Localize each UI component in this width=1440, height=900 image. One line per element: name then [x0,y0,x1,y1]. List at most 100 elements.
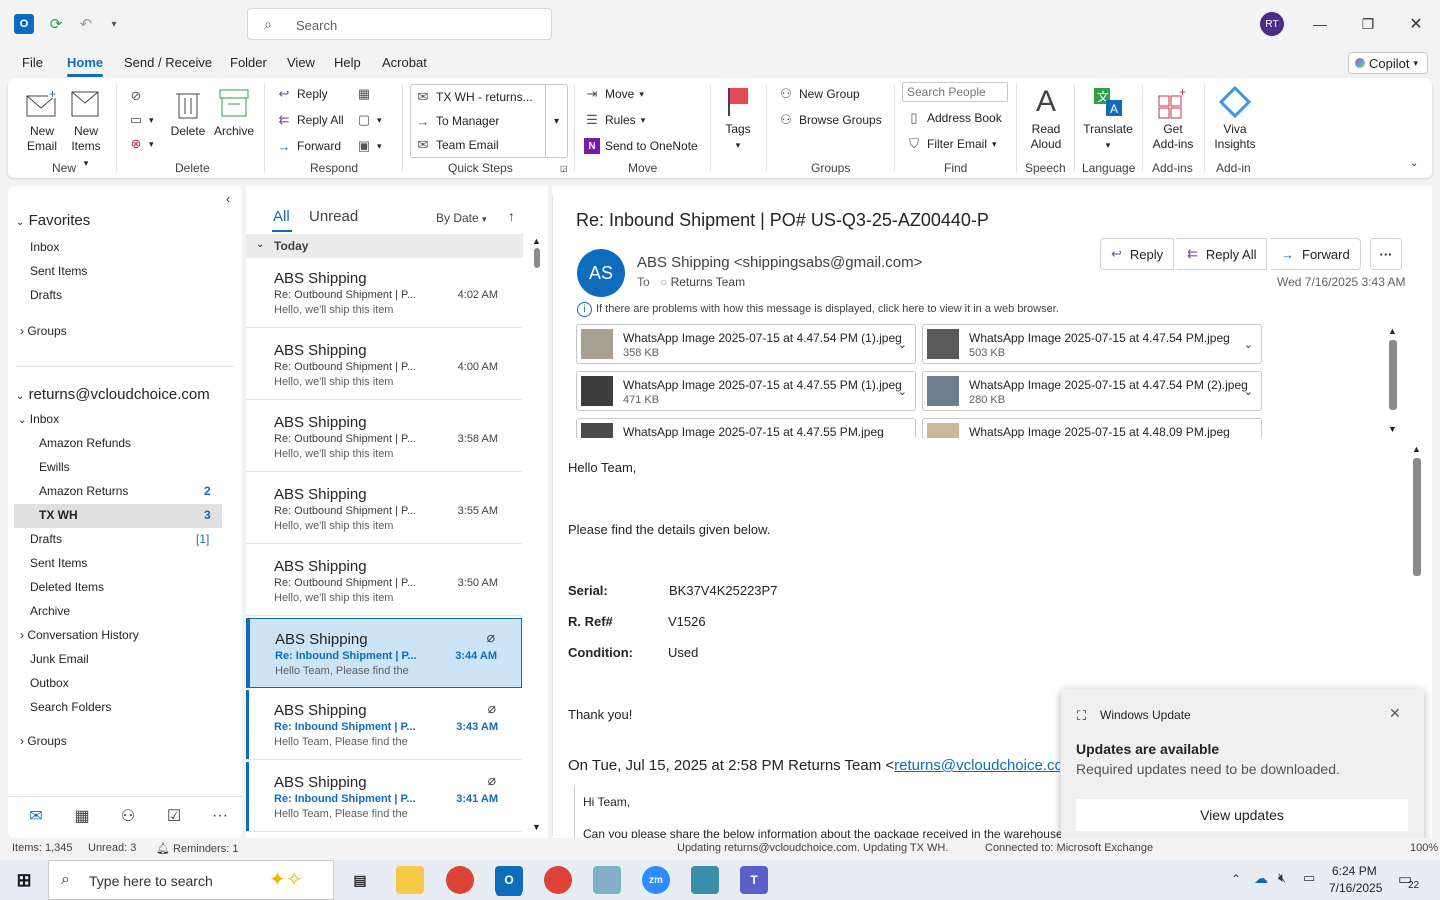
recipient[interactable]: ○ Returns Team [660,275,745,289]
scroll-down-icon[interactable]: ▼ [532,822,541,832]
attachment[interactable]: WhatsApp Image 2025-07-15 at 4.47.55 PM … [576,371,916,411]
folder-amazon-refunds[interactable]: Amazon Refunds [39,436,131,450]
close-button[interactable]: ✕ [1404,12,1428,36]
network-icon[interactable]: ▭ [1303,870,1315,886]
display-warning[interactable]: If there are problems with how this mess… [596,303,1059,315]
clock-time[interactable]: 6:24 PM [1332,864,1377,878]
scroll-up-icon[interactable]: ▲ [532,236,541,246]
tab-all[interactable]: All [273,208,290,225]
chevron-down-icon[interactable]: ⌄ [898,432,907,438]
groups-folder[interactable]: › Groups [20,324,67,338]
quick-step-3[interactable]: ✉ Team Email [415,137,499,153]
list-item[interactable]: ABS Shipping Re: Outbound Shipment | P..… [246,474,522,544]
folder-tx-wh[interactable]: TX WH [14,504,222,528]
groups-folder-2[interactable]: › Groups [20,734,67,748]
attachment[interactable]: WhatsApp Image 2025-07-15 at 4.47.54 PM.… [922,324,1262,364]
ribbon-collapse-icon[interactable]: ⌄ [1410,158,1418,169]
tab-file[interactable]: File [22,55,43,70]
rules-button[interactable]: ☰ Rules ▾ [584,112,645,128]
collapse-pane-icon[interactable]: ‹ [226,192,230,206]
tab-send-receive[interactable]: Send / Receive [124,55,212,70]
attachment[interactable]: WhatsApp Image 2025-07-15 at 4.47.54 PM … [576,324,916,364]
folder-sent-items[interactable]: Sent Items [30,556,87,570]
scroll-up-icon[interactable]: ▲ [1388,326,1397,336]
sort-button[interactable]: By Date ▾ [436,211,487,225]
list-item[interactable]: ABS Shipping Re: Outbound Shipment | P..… [246,258,522,328]
scroll-down-icon[interactable]: ▼ [1388,424,1397,434]
windows-start-icon[interactable]: ⊞ [10,866,38,894]
ignore-button[interactable]: ⊘ [128,88,144,104]
archive-button[interactable]: Archive [212,86,256,139]
folder-search-folders[interactable]: Search Folders [30,700,111,714]
attachment[interactable]: WhatsApp Image 2025-07-15 at 4.47.55 PM.… [576,418,916,438]
view-updates-button[interactable]: View updates [1076,799,1408,831]
folder-ewills[interactable]: Ewills [39,460,70,474]
favorite-drafts[interactable]: Drafts [30,288,62,302]
folder-junk-email[interactable]: Junk Email [30,652,89,666]
quick-step-2[interactable]: → To Manager [415,113,500,129]
filter-email-button[interactable]: ⛉ Filter Email ▾ [906,136,996,152]
tags-button[interactable]: Tags ▾ [720,84,756,153]
reminders[interactable]: 🔔︎ Reminders: 1 [156,842,238,855]
dialog-launcher-icon[interactable]: ◲ [560,164,568,173]
task-view-icon[interactable]: ▤ [346,866,374,894]
junk-button[interactable]: ⊗ ▾ [128,136,154,152]
read-aloud-button[interactable]: A Read Aloud [1026,84,1066,152]
calendar-nav-icon[interactable]: ▦ [70,806,94,826]
sender-avatar[interactable]: AS [577,249,625,297]
app-icon[interactable] [691,866,719,894]
account-header[interactable]: ⌄ returns@vcloudchoice.com [16,386,210,403]
new-group-button[interactable]: ⚇ New Group [778,86,860,102]
tab-unread[interactable]: Unread [309,208,358,225]
chrome-icon[interactable] [446,866,474,894]
reading-scrollbar-thumb[interactable] [1413,458,1421,576]
folder-outbox[interactable]: Outbox [30,676,69,690]
address-book-button[interactable]: ▯ Address Book [906,110,1001,126]
new-items-button[interactable]: New Items ▾ [68,86,104,171]
folder-deleted-items[interactable]: Deleted Items [30,580,104,594]
quick-steps-expand-button[interactable]: ▾ [545,85,567,157]
tab-acrobat[interactable]: Acrobat [382,55,427,70]
move-button[interactable]: ⇥ Move ▾ [584,86,644,102]
minimize-button[interactable]: — [1308,12,1332,36]
folder-drafts[interactable]: Drafts [30,532,62,546]
favorite-inbox[interactable]: Inbox [30,240,59,254]
reply-all-button[interactable]: ⇇ Reply All [276,112,344,128]
viva-insights-button[interactable]: Viva Insights [1212,84,1258,152]
sender-address[interactable]: ABS Shipping <shippingsabs@gmail.com> [637,254,922,271]
chevron-down-icon[interactable]: ⌄ [1244,432,1253,438]
meeting-button[interactable]: ▦ [356,86,372,102]
tasks-nav-icon[interactable]: ☑ [162,806,186,826]
mail-nav-icon[interactable]: ✉ [24,806,48,826]
chevron-down-icon[interactable]: ⌄ [898,338,907,351]
clock-date[interactable]: 7/16/2025 [1329,881,1382,895]
copilot-button[interactable]: Copilot ▾ [1348,52,1428,74]
delete-button[interactable]: Delete [168,86,208,139]
get-addins-button[interactable]: + Get Add-ins [1150,84,1196,152]
folder-archive[interactable]: Archive [30,604,70,618]
new-email-button[interactable]: + New Email [24,86,60,154]
reply-all-button[interactable]: ⇇ Reply All [1177,238,1268,270]
tab-folder[interactable]: Folder [230,55,267,70]
file-explorer-icon[interactable] [396,866,424,894]
search-box[interactable]: ⌕ Search [247,8,552,40]
search-people-input[interactable]: Search People [902,82,1008,102]
customize-toolbar-icon[interactable]: ▾ [104,14,124,34]
onedrive-icon[interactable]: ☁ [1254,870,1268,887]
outlook-taskbar-icon[interactable]: O [495,866,523,894]
chrome-profile-icon[interactable] [544,866,572,894]
sort-direction-icon[interactable]: ↑ [508,208,515,224]
translate-button[interactable]: 文A Translate ▾ [1082,84,1134,153]
more-actions-button[interactable]: ··· [1370,238,1402,270]
undo-icon[interactable]: ↶ [76,14,96,34]
quote-email-link[interactable]: returns@vcloudchoice.com [894,757,1060,774]
list-item[interactable]: ABS Shipping Re: Outbound Shipment | P..… [246,546,522,616]
sync-icon[interactable]: ⟳ [46,14,66,34]
list-scrollbar-thumb[interactable] [534,248,540,268]
close-icon[interactable]: ✕ [1389,705,1401,722]
forward-button[interactable]: → Forward [1271,238,1361,270]
chevron-down-icon[interactable]: ⌄ [1244,385,1253,398]
cleanup-button[interactable]: ▭ ▾ [128,112,154,128]
list-item[interactable]: ABS Shipping Re: Inbound Shipment | P...… [246,690,522,760]
tray-chevron-up-icon[interactable]: ⌃ [1231,872,1241,886]
